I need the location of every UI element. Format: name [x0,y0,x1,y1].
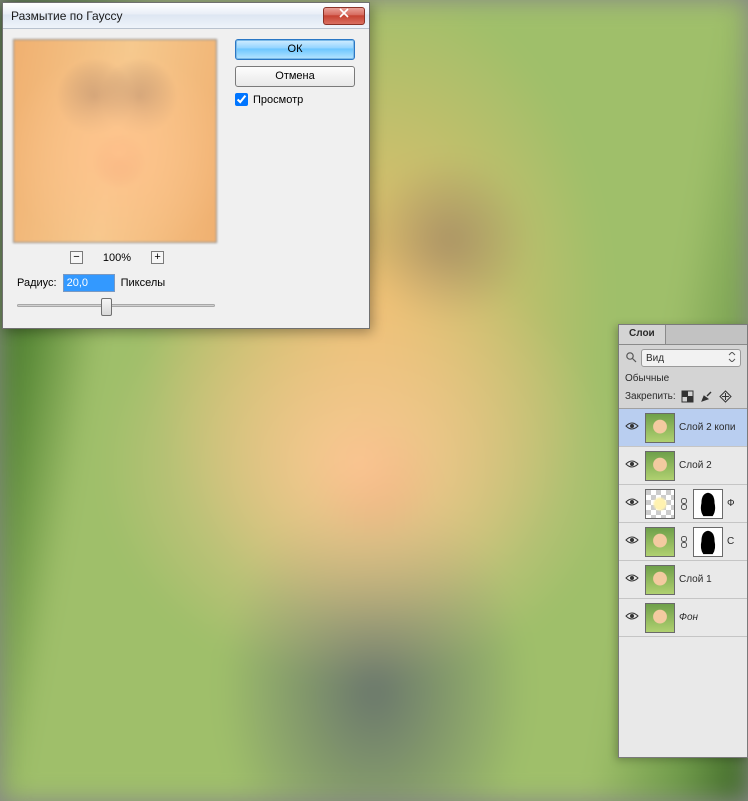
ok-button[interactable]: ОК [235,39,355,60]
layer-list: Слой 2 копи Слой 2 Ф С Слой 1 Фон [619,409,747,637]
lock-transparency-icon[interactable] [681,389,695,403]
eye-icon [625,497,639,510]
lock-label: Закрепить: [625,391,676,402]
layer-name[interactable]: С [727,536,743,547]
layer-row[interactable]: Слой 2 копи [619,409,747,447]
slider-thumb[interactable] [101,298,112,316]
visibility-toggle[interactable] [623,535,641,548]
visibility-toggle[interactable] [623,611,641,624]
eye-icon [625,535,639,548]
filter-preview[interactable] [13,39,217,243]
filter-kind-select[interactable]: Вид [641,349,741,367]
filter-kind-label: Вид [646,353,664,364]
preview-checkbox[interactable] [235,93,248,106]
eye-icon [625,421,639,434]
layer-row[interactable]: Фон [619,599,747,637]
visibility-toggle[interactable] [623,497,641,510]
tab-layers[interactable]: Слои [619,325,666,344]
layers-panel: Слои Вид Обычные Закрепить: Слой 2 копиС… [618,324,748,758]
visibility-toggle[interactable] [623,421,641,434]
layer-row[interactable]: Ф [619,485,747,523]
search-icon [625,351,637,366]
layer-thumbnail[interactable] [645,565,675,595]
layer-list-empty [619,637,747,757]
slider-track [17,304,215,307]
preview-checkbox-row[interactable]: Просмотр [235,93,359,106]
layer-name[interactable]: Слой 2 [679,460,743,471]
zoom-out-button[interactable]: − [70,251,83,264]
gaussian-blur-dialog: Размытие по Гауссу − 100% + ОК Отмена [2,2,370,329]
close-icon [339,8,349,23]
lock-paint-icon[interactable] [700,389,714,403]
blend-mode-select[interactable]: Обычные [625,373,669,384]
layer-row[interactable]: Слой 2 [619,447,747,485]
layer-thumbnail[interactable] [645,489,675,519]
lock-position-icon[interactable] [719,389,733,403]
layer-thumbnail[interactable] [645,603,675,633]
layer-row[interactable]: Слой 1 [619,561,747,599]
layer-thumbnail[interactable] [645,451,675,481]
panel-tabs: Слои [619,325,747,345]
chevron-updown-icon [728,352,736,365]
layer-name[interactable]: Слой 2 копи [679,422,743,433]
eye-icon [625,573,639,586]
layer-name[interactable]: Ф [727,498,743,509]
cancel-button[interactable]: Отмена [235,66,355,87]
preview-checkbox-label: Просмотр [253,94,303,106]
radius-label: Радиус: [17,277,57,289]
layer-mask-thumbnail[interactable] [693,527,723,557]
visibility-toggle[interactable] [623,573,641,586]
zoom-in-button[interactable]: + [151,251,164,264]
layer-row[interactable]: С [619,523,747,561]
layer-name[interactable]: Слой 1 [679,574,743,585]
eye-icon [625,459,639,472]
radius-input[interactable] [63,274,115,292]
link-icon[interactable] [679,536,689,548]
minus-icon: − [73,253,79,262]
eye-icon [625,611,639,624]
visibility-toggle[interactable] [623,459,641,472]
layer-thumbnail[interactable] [645,413,675,443]
plus-icon: + [154,253,160,262]
layer-thumbnail[interactable] [645,527,675,557]
layer-mask-thumbnail[interactable] [693,489,723,519]
dialog-title: Размытие по Гауссу [11,9,323,23]
zoom-percentage: 100% [103,252,131,264]
dialog-titlebar[interactable]: Размытие по Гауссу [3,3,369,29]
radius-units: Пикселы [121,277,166,289]
link-icon[interactable] [679,498,689,510]
close-button[interactable] [323,7,365,25]
radius-slider[interactable] [17,298,215,312]
layer-name[interactable]: Фон [679,612,743,623]
